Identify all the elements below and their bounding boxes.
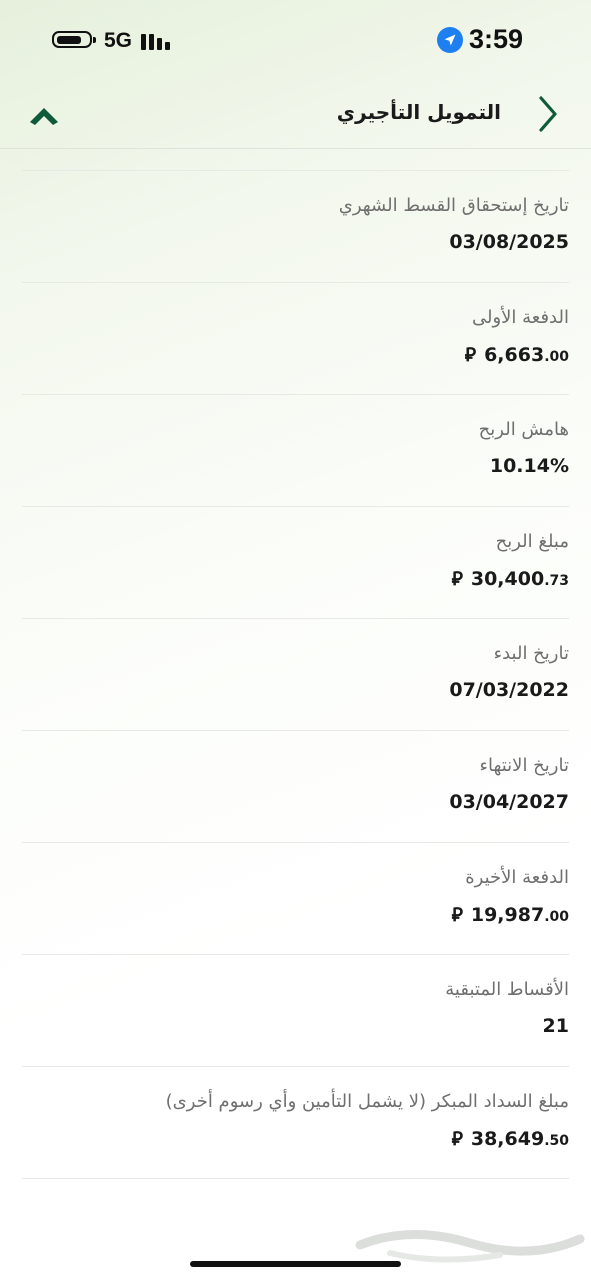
detail-row-early-settlement: مبلغ السداد المبكر (لا يشمل التأمين وأي … bbox=[22, 1067, 569, 1179]
detail-row-start-date: تاريخ البدء 07/03/2022 bbox=[22, 619, 569, 731]
chevron-up-icon bbox=[30, 108, 58, 125]
detail-row-final-payment: الدفعة الأخيرة ⃁ 19,987.00 bbox=[22, 843, 569, 955]
status-bar: 5G 3:59 bbox=[0, 0, 591, 84]
detail-label: هامش الربح bbox=[478, 419, 569, 440]
riyal-icon: ⃁ bbox=[464, 344, 477, 366]
detail-label: الدفعة الأولى bbox=[471, 307, 569, 328]
riyal-icon: ⃁ bbox=[451, 568, 463, 590]
detail-value: 10.14% bbox=[489, 455, 569, 477]
battery-icon bbox=[52, 31, 96, 48]
detail-value: 03/08/2025 bbox=[449, 231, 569, 253]
page-title: التمويل التأجيري bbox=[336, 100, 501, 124]
detail-value: ⃁ 19,987.00 bbox=[451, 904, 569, 926]
collapse-button[interactable] bbox=[26, 100, 62, 128]
detail-label: مبلغ السداد المبكر (لا يشمل التأمين وأي … bbox=[165, 1091, 569, 1112]
chevron-right-icon bbox=[539, 96, 557, 132]
detail-row-remaining-installments: الأقساط المتبقية 21 bbox=[22, 955, 569, 1067]
home-indicator bbox=[190, 1261, 401, 1267]
detail-row-down-payment: الدفعة الأولى ⃁ 6,663.00 bbox=[22, 283, 569, 395]
detail-value: ⃁ 6,663.00 bbox=[464, 344, 569, 366]
detail-row-end-date: تاريخ الانتهاء 03/04/2027 bbox=[22, 731, 569, 843]
detail-value: ⃁ 30,400.73 bbox=[451, 568, 569, 590]
detail-row-profit-margin: هامش الربح 10.14% bbox=[22, 395, 569, 507]
riyal-icon: ⃁ bbox=[451, 1128, 463, 1150]
signal-icon bbox=[141, 30, 173, 50]
detail-label: الأقساط المتبقية bbox=[445, 979, 569, 1000]
detail-label: تاريخ إستحقاق القسط الشهري bbox=[338, 195, 569, 216]
detail-value: 07/03/2022 bbox=[449, 679, 569, 701]
back-button[interactable] bbox=[530, 92, 566, 136]
network-type: 5G bbox=[104, 29, 133, 52]
detail-label: تاريخ الانتهاء bbox=[479, 755, 570, 776]
detail-label: مبلغ الربح bbox=[495, 531, 569, 552]
detail-value: 21 bbox=[542, 1015, 569, 1037]
clock: 3:59 bbox=[469, 24, 524, 54]
detail-value: ⃁ 38,649.50 bbox=[451, 1128, 569, 1150]
detail-label: تاريخ البدء bbox=[493, 643, 569, 664]
detail-value: 03/04/2027 bbox=[449, 791, 569, 813]
nav-header: التمويل التأجيري bbox=[0, 84, 591, 149]
detail-label: الدفعة الأخيرة bbox=[465, 867, 569, 888]
detail-row-due-date: تاريخ إستحقاق القسط الشهري 03/08/2025 bbox=[22, 171, 569, 283]
location-arrow-icon bbox=[437, 27, 463, 53]
detail-row-profit-amount: مبلغ الربح ⃁ 30,400.73 bbox=[22, 507, 569, 619]
riyal-icon: ⃁ bbox=[451, 904, 463, 926]
financing-details-list: تاريخ إستحقاق القسط الشهري 03/08/2025 ال… bbox=[22, 170, 569, 1179]
